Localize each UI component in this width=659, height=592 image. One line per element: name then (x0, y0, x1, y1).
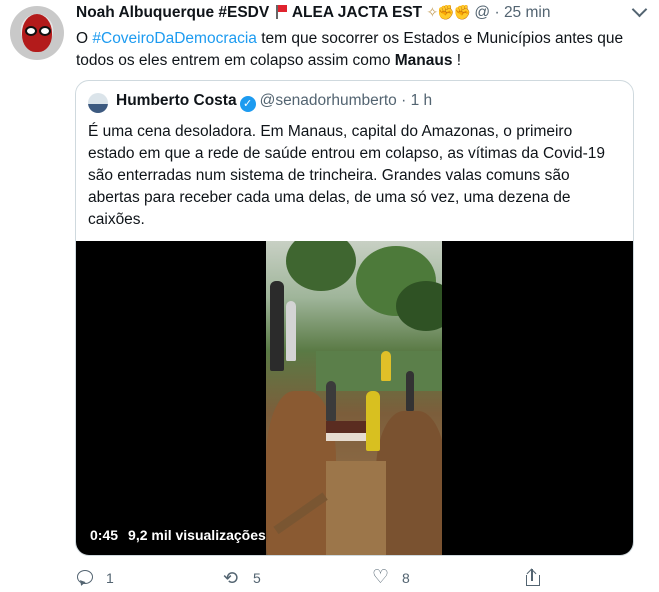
video-overlay: 0:45 9,2 mil visualizações (90, 527, 276, 543)
reply-icon (76, 569, 94, 587)
fist-bump-icon: ✊ (453, 4, 471, 20)
video-view-count: 9,2 mil visualizações (128, 527, 266, 543)
tweet-text-part: ! (452, 52, 462, 69)
tweet-text: O #CoveiroDaDemocracia tem que socorrer … (76, 28, 646, 72)
video-player[interactable]: 0:45 9,2 mil visualizações (76, 241, 633, 555)
retweet-count: 5 (253, 570, 261, 586)
separator-dot: · (401, 92, 407, 109)
clinking-glasses-icon: ✧ (426, 4, 438, 20)
reply-button[interactable]: 1 (76, 568, 114, 588)
like-button[interactable]: ♡ 8 (372, 568, 410, 588)
fist-bump-icon: ✊ (437, 4, 454, 20)
quoted-tweet[interactable]: Humberto Costa ✓ @senadorhumberto · 1 h É … (75, 80, 634, 556)
hashtag-link[interactable]: #CoveiroDaDemocracia (92, 30, 257, 47)
tweet-actions: 1 ⟲ 5 ♡ 8 (76, 568, 636, 588)
quoted-tweet-header: Humberto Costa ✓ @senadorhumberto · 1 h (116, 92, 432, 112)
reply-count: 1 (106, 570, 114, 586)
author-name-suffix[interactable]: ALEA JACTA EST (292, 4, 422, 21)
quoted-tweet-time[interactable]: 1 h (411, 92, 433, 109)
author-handle[interactable]: @ (474, 4, 490, 21)
separator-dot: · (494, 4, 500, 21)
video-duration: 0:45 (90, 527, 119, 543)
tweet-header: Noah Albuquerque #ESDV ALEA JACTA EST ✧✊… (76, 4, 636, 26)
mask-eye-right (39, 26, 51, 36)
tweet-time[interactable]: 25 min (504, 4, 551, 21)
like-count: 8 (402, 570, 410, 586)
share-icon (524, 568, 542, 587)
tweet-text-bold: Manaus (394, 52, 453, 69)
share-button[interactable] (524, 568, 554, 588)
quoted-author-handle[interactable]: @senadorhumberto (260, 92, 397, 109)
tweet[interactable]: Noah Albuquerque #ESDV ALEA JACTA EST ✧✊… (0, 0, 659, 592)
quoted-author-avatar[interactable] (88, 93, 108, 113)
quoted-tweet-text: É uma cena desoladora. Em Manaus, capita… (88, 123, 605, 228)
tweet-text-part: O (76, 30, 93, 47)
author-avatar[interactable] (10, 6, 64, 60)
red-flag-icon (275, 5, 287, 19)
quoted-author-name[interactable]: Humberto Costa (116, 92, 237, 109)
verified-badge-icon: ✓ (239, 96, 256, 112)
retweet-icon: ⟲ (223, 568, 239, 588)
video-frame-image (266, 241, 442, 555)
heart-icon: ♡ (372, 567, 390, 588)
retweet-button[interactable]: ⟲ 5 (223, 568, 261, 588)
author-name[interactable]: Noah Albuquerque #ESDV (76, 4, 269, 21)
mask-eye-left (25, 26, 37, 36)
